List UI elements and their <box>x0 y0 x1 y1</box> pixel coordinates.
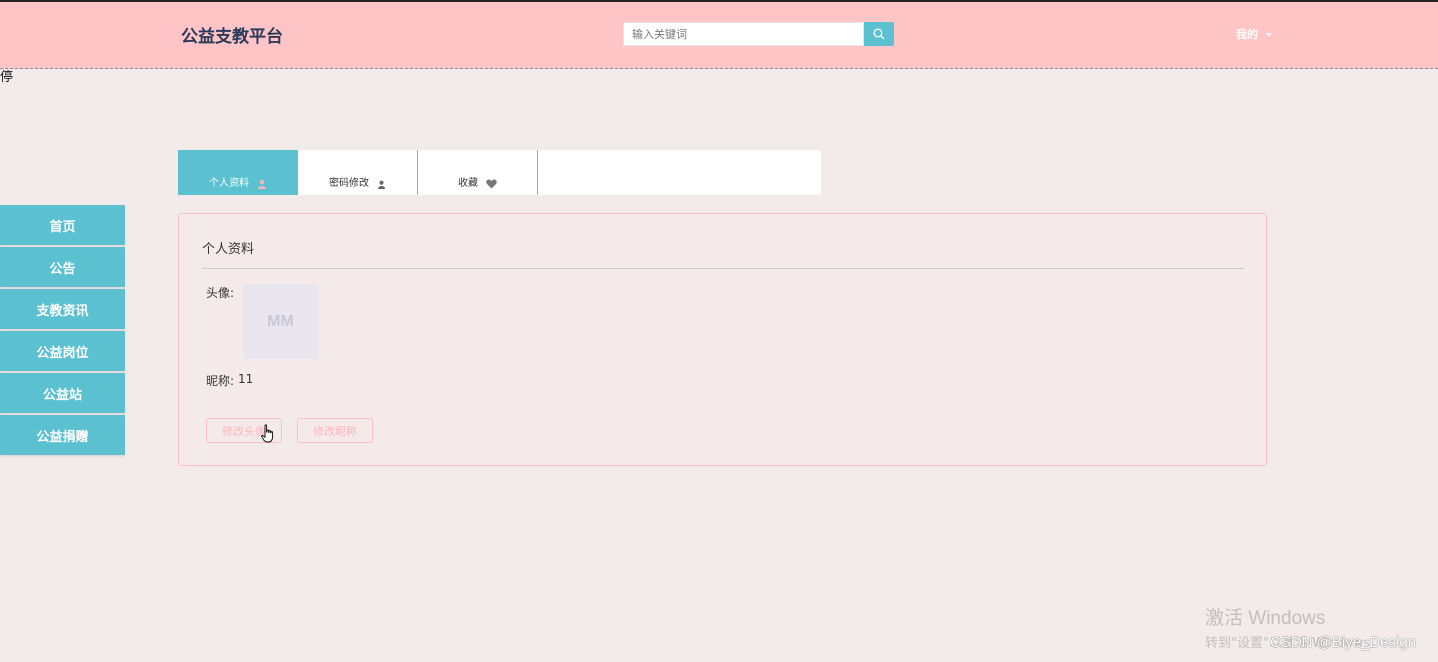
change-nickname-button[interactable]: 修改昵称 <box>297 418 373 443</box>
tab-profile[interactable]: 个人资料 <box>178 150 298 195</box>
tab-label: 个人资料 <box>209 178 249 189</box>
sidebar-nav: 首页 公告 支教资讯 公益岗位 公益站 公益捐赠 <box>0 205 125 457</box>
sidebar-item-positions[interactable]: 公益岗位 <box>0 331 125 371</box>
nickname-label: 昵称: <box>206 374 235 388</box>
heart-icon <box>486 179 497 189</box>
profile-tabs: 个人资料 密码修改 收藏 <box>178 150 821 195</box>
chevron-down-icon <box>1266 32 1272 37</box>
search-input[interactable] <box>623 22 864 46</box>
panel-title: 个人资料 <box>202 242 255 257</box>
nickname-value: 11 <box>238 372 254 386</box>
user-menu[interactable]: 我的 <box>1236 26 1272 42</box>
tab-label: 密码修改 <box>329 178 369 189</box>
sidebar-item-stations[interactable]: 公益站 <box>0 373 125 413</box>
tab-favorites[interactable]: 收藏 <box>418 150 538 195</box>
watermark-title: 激活 Windows <box>1205 608 1326 629</box>
hand-cursor-icon <box>261 424 274 443</box>
stray-text: 停 <box>0 70 14 85</box>
profile-panel: 个人资料 头像: MM 昵称: 11 修改头像 修改昵称 <box>178 213 1267 466</box>
search-icon <box>873 28 885 40</box>
person-icon <box>377 180 386 189</box>
tabs-filler <box>538 150 821 195</box>
csdn-watermark: CSDN @Biye_Design <box>1270 634 1417 651</box>
search-button[interactable] <box>864 22 894 46</box>
sidebar-item-home[interactable]: 首页 <box>0 205 125 245</box>
user-circle-icon <box>258 180 266 189</box>
sidebar-item-donations[interactable]: 公益捐赠 <box>0 415 125 455</box>
tab-password[interactable]: 密码修改 <box>298 150 418 195</box>
avatar-label: 头像: <box>206 286 235 300</box>
avatar: MM <box>243 284 318 359</box>
top-header: 公益支教平台 我的 <box>0 0 1438 69</box>
divider <box>202 268 1244 269</box>
tab-label: 收藏 <box>458 178 478 189</box>
sidebar-item-announcements[interactable]: 公告 <box>0 247 125 287</box>
nickname-row: 昵称: 11 <box>206 372 253 389</box>
sidebar-item-news[interactable]: 支教资讯 <box>0 289 125 329</box>
user-menu-label: 我的 <box>1236 28 1258 41</box>
site-brand[interactable]: 公益支教平台 <box>181 22 283 47</box>
